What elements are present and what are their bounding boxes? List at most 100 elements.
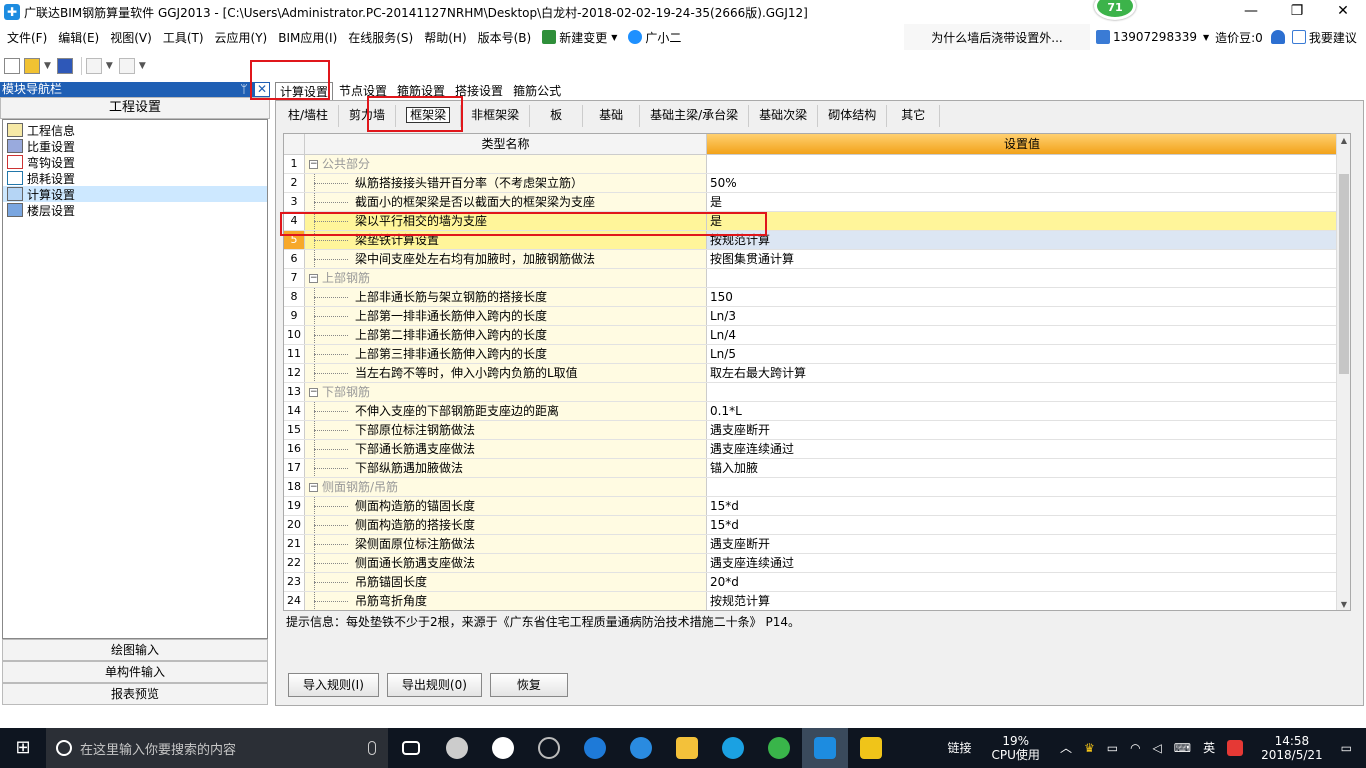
subtab-frame-beam[interactable]: 框架梁: [396, 105, 462, 127]
assistant-menu[interactable]: 广小二: [624, 29, 685, 46]
setting-value-cell[interactable]: 15*d: [707, 516, 1337, 534]
setting-value-cell[interactable]: 150: [707, 288, 1337, 306]
setting-value-cell[interactable]: 按规范计算: [707, 592, 1337, 610]
setting-value-cell[interactable]: 15*d: [707, 497, 1337, 515]
subtab-other[interactable]: 其它: [887, 105, 941, 127]
table-row[interactable]: 8 上部非通长筋与架立钢筋的搭接长度 150: [284, 288, 1350, 307]
collapse-icon[interactable]: −: [309, 388, 318, 397]
chevron-up-icon[interactable]: ︿: [1060, 741, 1072, 755]
setting-value-cell[interactable]: 取左右最大跨计算: [707, 364, 1337, 382]
setting-value-cell[interactable]: 按规范计算: [707, 231, 1337, 249]
restore-rules-button[interactable]: 恢复: [489, 673, 568, 697]
scroll-thumb[interactable]: [1339, 174, 1349, 374]
table-row[interactable]: 11 上部第三排非通长筋伸入跨内的长度 Ln/5: [284, 345, 1350, 364]
tab-node-settings[interactable]: 节点设置: [335, 82, 392, 100]
setting-value-cell[interactable]: Ln/5: [707, 345, 1337, 363]
tab-stirrup-settings[interactable]: 箍筋设置: [393, 82, 450, 100]
file-explorer-icon[interactable]: [664, 728, 710, 768]
setting-value-cell[interactable]: [707, 478, 1337, 496]
link-label[interactable]: 链接: [948, 741, 972, 755]
bell-icon[interactable]: [1270, 30, 1285, 44]
ie-browser-2-icon[interactable]: [618, 728, 664, 768]
setting-value-cell[interactable]: 遇支座连续通过: [707, 554, 1337, 572]
setting-value-cell[interactable]: 按图集贯通计算: [707, 250, 1337, 268]
collapse-icon[interactable]: −: [309, 274, 318, 283]
nav-single-component[interactable]: 单构件输入: [2, 661, 268, 683]
subtab-foundation[interactable]: 基础: [583, 105, 641, 127]
setting-value-cell[interactable]: 50%: [707, 174, 1337, 192]
chevron-down-icon[interactable]: ▼: [106, 61, 113, 71]
table-row[interactable]: 1− 公共部分: [284, 155, 1350, 174]
table-row[interactable]: 17 下部纵筋遇加腋做法 锚入加腋: [284, 459, 1350, 478]
setting-value-cell[interactable]: 遇支座断开: [707, 535, 1337, 553]
subtab-non-frame-beam[interactable]: 非框架梁: [461, 105, 531, 127]
section-project-settings[interactable]: 工程设置: [0, 97, 270, 119]
setting-value-cell[interactable]: Ln/4: [707, 326, 1337, 344]
user-account[interactable]: 13907298339 ▼ 造价豆:0 我要建议: [1096, 24, 1357, 50]
table-row[interactable]: 16 下部通长筋遇支座做法 遇支座连续通过: [284, 440, 1350, 459]
nav-calc-settings[interactable]: 计算设置: [3, 186, 267, 202]
sogou-icon[interactable]: [1227, 740, 1244, 756]
menu-tools[interactable]: 工具(T): [159, 29, 208, 46]
table-row[interactable]: 19 侧面构造筋的锚固长度 15*d: [284, 497, 1350, 516]
menu-file[interactable]: 文件(F): [3, 29, 51, 46]
table-row[interactable]: 21 梁侧面原位标注筋做法 遇支座断开: [284, 535, 1350, 554]
g-app-icon[interactable]: [710, 728, 756, 768]
nav-drawing-input[interactable]: 绘图输入: [2, 639, 268, 661]
collapse-icon[interactable]: −: [309, 483, 318, 492]
table-row[interactable]: 20 侧面构造筋的搭接长度 15*d: [284, 516, 1350, 535]
nav-project-info[interactable]: 工程信息: [3, 122, 267, 138]
menu-cloud[interactable]: 云应用(Y): [211, 29, 272, 46]
undo-icon[interactable]: [85, 58, 102, 74]
menu-bim[interactable]: BIM应用(I): [274, 29, 341, 46]
notification-center-icon[interactable]: ▭: [1341, 741, 1352, 755]
volume-icon[interactable]: ◁: [1153, 741, 1162, 755]
crown-icon[interactable]: ♛: [1084, 741, 1095, 755]
table-row[interactable]: 6 梁中间支座处左右均有加腋时，加腋钢筋做法 按图集贯通计算: [284, 250, 1350, 269]
table-row[interactable]: 3 截面小的框架梁是否以截面大的框架梁为支座 是: [284, 193, 1350, 212]
table-row[interactable]: 2 纵筋搭接接头错开百分率（不考虑架立筋） 50%: [284, 174, 1350, 193]
nav-loss[interactable]: 损耗设置: [3, 170, 267, 186]
menu-help[interactable]: 帮助(H): [420, 29, 470, 46]
chevron-down-icon[interactable]: ▼: [139, 61, 146, 71]
table-row[interactable]: 12 当左右跨不等时，伸入小跨内负筋的L取值 取左右最大跨计算: [284, 364, 1350, 383]
subtab-shear-wall[interactable]: 剪力墙: [339, 105, 397, 127]
setting-value-cell[interactable]: 遇支座断开: [707, 421, 1337, 439]
task-view-icon[interactable]: [388, 728, 434, 768]
table-row[interactable]: 22 侧面通长筋遇支座做法 遇支座连续通过: [284, 554, 1350, 573]
table-row[interactable]: 14 不伸入支座的下部钢筋距支座边的距离 0.1*L: [284, 402, 1350, 421]
setting-value-cell[interactable]: 遇支座连续通过: [707, 440, 1337, 458]
table-row[interactable]: 24 吊筋弯折角度 按规范计算: [284, 592, 1350, 610]
battery-icon[interactable]: ▭: [1107, 741, 1118, 755]
ime-indicator[interactable]: 英: [1203, 741, 1215, 755]
setting-value-cell[interactable]: [707, 155, 1337, 173]
news-ticker[interactable]: 为什么墙后浇带设置外...: [904, 24, 1090, 50]
scroll-down-icon[interactable]: ▼: [1337, 598, 1350, 610]
table-row[interactable]: 9 上部第一排非通长筋伸入跨内的长度 Ln/3: [284, 307, 1350, 326]
nav-density[interactable]: 比重设置: [3, 138, 267, 154]
subtab-masonry[interactable]: 砌体结构: [818, 105, 888, 127]
suggest-link[interactable]: 我要建议: [1309, 29, 1357, 46]
menu-view[interactable]: 视图(V): [106, 29, 156, 46]
setting-value-cell[interactable]: [707, 383, 1337, 401]
pinwheel-app-icon[interactable]: [434, 728, 480, 768]
grid-scrollbar[interactable]: ▲ ▼: [1336, 134, 1350, 610]
clock[interactable]: 14:58 2018/5/21: [1261, 734, 1323, 762]
table-row[interactable]: 15 下部原位标注钢筋做法 遇支座断开: [284, 421, 1350, 440]
keyboard-icon[interactable]: ⌨: [1174, 741, 1191, 755]
redo-icon[interactable]: [118, 58, 135, 74]
table-row[interactable]: 7− 上部钢筋: [284, 269, 1350, 288]
green-browser-icon[interactable]: [756, 728, 802, 768]
subtab-foundation-main-beam[interactable]: 基础主梁/承台梁: [640, 105, 750, 127]
edge-browser-icon[interactable]: [572, 728, 618, 768]
table-row[interactable]: 18− 侧面钢筋/吊筋: [284, 478, 1350, 497]
close-button[interactable]: ✕: [1320, 0, 1366, 24]
tab-lap-settings[interactable]: 搭接设置: [451, 82, 508, 100]
notification-badge[interactable]: 71: [1094, 0, 1136, 20]
menu-version[interactable]: 版本号(B): [474, 29, 536, 46]
setting-value-cell[interactable]: 是: [707, 193, 1337, 211]
microphone-icon[interactable]: [368, 741, 376, 755]
spiral-app-icon[interactable]: [526, 728, 572, 768]
open-folder-icon[interactable]: [24, 58, 40, 74]
new-change-menu[interactable]: 新建变更 ▼: [538, 29, 621, 46]
